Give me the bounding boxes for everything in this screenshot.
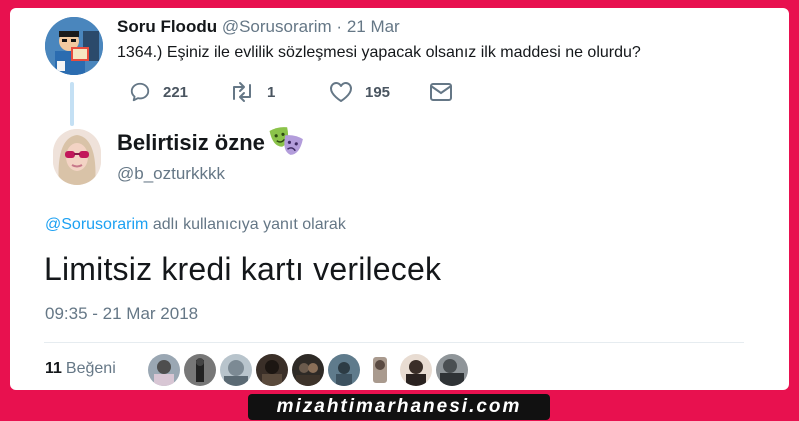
- reply-tweet-text: Limitsiz kredi kartı verilecek: [44, 251, 442, 287]
- reply-to-label: adlı kullanıcıya yanıt olarak: [148, 216, 346, 233]
- performing-arts-masks-icon: [269, 125, 303, 159]
- header-separator: ·: [336, 17, 343, 36]
- reply-icon: [129, 81, 151, 103]
- watermark-banner: mizahtimarhanesi.com: [248, 394, 550, 420]
- reply-count: 221: [163, 83, 189, 101]
- direct-message-button[interactable]: [429, 80, 453, 104]
- heart-icon: [329, 81, 353, 103]
- like-count: 195: [365, 83, 391, 101]
- likes-summary[interactable]: 11 Beğeni: [45, 360, 116, 378]
- liker-avatar[interactable]: [292, 354, 324, 386]
- likes-label: Beğeni: [65, 360, 116, 377]
- reply-author-handle[interactable]: @b_ozturkkkk: [117, 164, 225, 184]
- liker-avatar[interactable]: [436, 354, 468, 386]
- retweet-icon: [229, 81, 255, 103]
- liker-avatar[interactable]: [148, 354, 180, 386]
- original-author-avatar[interactable]: [45, 17, 103, 75]
- retweet-count: 1: [267, 83, 276, 101]
- mail-icon: [429, 82, 453, 102]
- original-author-name[interactable]: Soru Floodu: [117, 17, 217, 36]
- likes-count: 11: [45, 360, 62, 377]
- liker-avatar[interactable]: [364, 354, 396, 386]
- reply-author-avatar[interactable]: [53, 129, 101, 185]
- liker-avatar[interactable]: [184, 354, 216, 386]
- divider: [44, 342, 744, 343]
- reply-to-mention-link[interactable]: @Sorusorarim: [45, 216, 148, 233]
- liker-avatar[interactable]: [400, 354, 432, 386]
- retweet-button[interactable]: 1: [229, 80, 275, 104]
- tweet-card: Soru Floodu @Sorusorarim · 21 Mar 1364.)…: [10, 8, 789, 390]
- original-tweet-text: 1364.) Eşiniz ile evlilik sözleşmesi yap…: [117, 44, 641, 61]
- original-tweet-header: Soru Floodu @Sorusorarim · 21 Mar: [117, 17, 400, 37]
- like-button[interactable]: 195: [329, 80, 390, 104]
- liker-avatar[interactable]: [220, 354, 252, 386]
- replying-to-context: @Sorusorarim adlı kullanıcıya yanıt olar…: [45, 216, 346, 234]
- thread-connector-line: [70, 82, 74, 126]
- original-tweet-date[interactable]: 21 Mar: [347, 17, 400, 36]
- reply-timestamp[interactable]: 09:35 - 21 Mar 2018: [45, 304, 198, 324]
- liker-avatar[interactable]: [328, 354, 360, 386]
- liker-avatar[interactable]: [256, 354, 288, 386]
- reply-button[interactable]: 221: [129, 80, 188, 104]
- reply-author-name[interactable]: Belirtisiz özne: [117, 130, 265, 156]
- original-author-handle[interactable]: @Sorusorarim: [222, 17, 332, 36]
